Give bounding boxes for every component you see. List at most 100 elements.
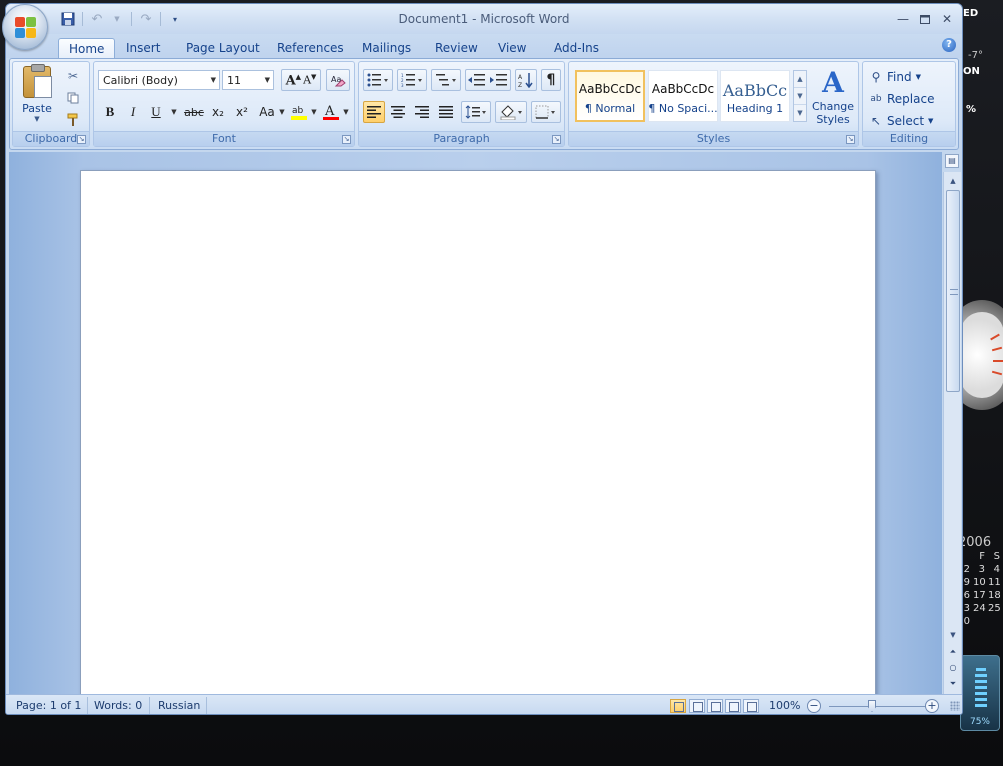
paste-button[interactable]: Paste ▼ — [19, 64, 55, 128]
bullets-icon[interactable] — [363, 69, 393, 91]
tab-page-layout[interactable]: Page Layout — [176, 38, 270, 58]
calendar-day: 18 — [988, 590, 1001, 601]
gallery-more-icon[interactable]: ▼ — [794, 105, 806, 122]
tab-view[interactable]: View — [488, 38, 536, 58]
select-button[interactable]: ↖ Select ▼ — [869, 112, 933, 130]
select-browse-object-icon[interactable]: ○ — [946, 661, 960, 675]
styles-launcher-icon[interactable]: ↘ — [846, 135, 855, 144]
zoom-out-icon[interactable]: − — [807, 699, 821, 713]
style-normal[interactable]: AaBbCcDc ¶ Normal — [575, 70, 645, 122]
paragraph-group-label: Paragraph — [359, 131, 564, 146]
title-bar[interactable]: ↶ ▼ ↷ ▾ Document1 - Microsoft Word — ✕ — [6, 4, 962, 34]
tab-insert[interactable]: Insert — [116, 38, 170, 58]
cursor-icon: ↖ — [870, 114, 882, 128]
tab-references[interactable]: References — [267, 38, 354, 58]
find-button[interactable]: ⚲ Find ▼ — [869, 68, 921, 86]
multilevel-list-icon[interactable] — [431, 69, 461, 91]
outline-view-icon[interactable] — [725, 699, 741, 713]
print-layout-view-icon[interactable] — [670, 699, 686, 713]
font-name-combo[interactable]: Calibri (Body) ▼ — [98, 70, 220, 90]
ribbon-tab-bar: Home Insert Page Layout References Maili… — [6, 34, 962, 58]
status-separator — [206, 697, 207, 714]
bold-button[interactable]: B — [100, 101, 120, 123]
window-title: Document1 - Microsoft Word — [398, 12, 570, 26]
style-no-spacing[interactable]: AaBbCcDc ¶ No Spaci... — [648, 70, 718, 122]
tab-add-ins[interactable]: Add-Ins — [544, 38, 609, 58]
tab-review[interactable]: Review — [425, 38, 488, 58]
borders-icon[interactable] — [531, 101, 561, 123]
grow-font-icon[interactable]: A▲ — [286, 72, 301, 88]
copy-icon[interactable] — [65, 90, 81, 106]
format-painter-icon[interactable] — [65, 112, 81, 128]
tab-mailings[interactable]: Mailings — [352, 38, 421, 58]
shading-icon[interactable] — [495, 101, 527, 123]
paste-dropdown-icon[interactable]: ▼ — [34, 115, 39, 123]
office-logo-icon — [15, 17, 37, 39]
replace-label: Replace — [887, 92, 935, 106]
zoom-in-icon[interactable]: + — [925, 699, 939, 713]
scroll-up-icon[interactable]: ▲ — [946, 174, 960, 188]
minimize-icon[interactable]: — — [892, 10, 914, 28]
cut-icon[interactable]: ✂ — [65, 68, 81, 84]
full-screen-reading-view-icon[interactable] — [689, 699, 705, 713]
italic-button[interactable]: I — [123, 101, 143, 123]
shrink-font-icon[interactable]: A▼ — [303, 73, 316, 87]
indent-buttons — [465, 69, 511, 91]
increase-indent-icon[interactable] — [490, 73, 508, 87]
word-count[interactable]: Words: 0 — [94, 699, 142, 712]
paragraph-launcher-icon[interactable]: ↘ — [552, 135, 561, 144]
sort-icon[interactable]: AZ — [515, 69, 537, 91]
align-right-icon[interactable] — [411, 101, 433, 123]
next-page-icon[interactable]: ⏷ — [946, 677, 960, 691]
style-name: ¶ No Spaci... — [648, 101, 718, 115]
subscript-button[interactable]: x₂ — [207, 101, 229, 123]
font-launcher-icon[interactable]: ↘ — [342, 135, 351, 144]
zoom-slider-thumb[interactable] — [868, 700, 876, 712]
font-group-label: Font — [94, 131, 354, 146]
style-heading-1[interactable]: AaBbCc Heading 1 — [720, 70, 790, 122]
calendar-day: 11 — [988, 577, 1001, 588]
decrease-indent-icon[interactable] — [468, 73, 486, 87]
calendar-week: 2 3 4 — [958, 563, 1003, 576]
help-icon[interactable]: ? — [942, 38, 956, 52]
web-layout-view-icon[interactable] — [707, 699, 723, 713]
change-styles-button[interactable]: A Change Styles — [809, 66, 857, 132]
clipboard-launcher-icon[interactable]: ↘ — [77, 135, 86, 144]
language[interactable]: Russian — [158, 699, 200, 712]
underline-dropdown-icon[interactable]: ▼ — [166, 104, 182, 120]
maximize-icon[interactable] — [914, 10, 936, 28]
page-count[interactable]: Page: 1 of 1 — [16, 699, 81, 712]
gallery-up-icon[interactable]: ▲ — [794, 71, 806, 88]
align-center-icon[interactable] — [387, 101, 409, 123]
superscript-button[interactable]: x² — [231, 101, 253, 123]
zoom-slider-track[interactable] — [829, 706, 929, 707]
replace-button[interactable]: ab Replace — [869, 90, 934, 108]
draft-view-icon[interactable] — [743, 699, 759, 713]
resize-grip-icon[interactable] — [950, 701, 960, 711]
numbering-icon[interactable]: 123 — [397, 69, 427, 91]
font-color-dropdown-icon[interactable]: ▼ — [338, 104, 354, 120]
chevron-down-icon: ▼ — [264, 76, 270, 84]
tab-home[interactable]: Home — [58, 38, 116, 58]
clear-formatting-icon[interactable]: Aa — [326, 69, 350, 91]
close-icon[interactable]: ✕ — [936, 10, 958, 28]
font-size-combo[interactable]: 11 ▼ — [222, 70, 274, 90]
justify-icon[interactable] — [435, 101, 457, 123]
style-sample-text: AaBbCcDc — [578, 81, 642, 96]
scroll-thumb[interactable] — [946, 190, 960, 392]
show-formatting-marks-icon[interactable]: ¶ — [541, 69, 561, 91]
document-page[interactable] — [80, 170, 876, 694]
calendar-week: 6 17 18 — [958, 589, 1003, 602]
align-left-icon[interactable] — [363, 101, 385, 123]
vertical-scrollbar[interactable]: ▲ ▼ ⏶ ○ ⏷ — [943, 172, 961, 694]
previous-page-icon[interactable]: ⏶ — [946, 645, 960, 659]
view-ruler-icon[interactable]: ▤ — [945, 154, 959, 168]
underline-button[interactable]: U — [146, 101, 166, 123]
change-styles-label-2: Styles — [816, 113, 850, 126]
strikethrough-button[interactable]: abc — [182, 101, 206, 123]
office-button[interactable] — [2, 4, 48, 50]
scroll-down-icon[interactable]: ▼ — [946, 628, 960, 642]
zoom-level[interactable]: 100% — [769, 699, 800, 712]
gallery-down-icon[interactable]: ▼ — [794, 88, 806, 105]
line-spacing-icon[interactable] — [461, 101, 491, 123]
